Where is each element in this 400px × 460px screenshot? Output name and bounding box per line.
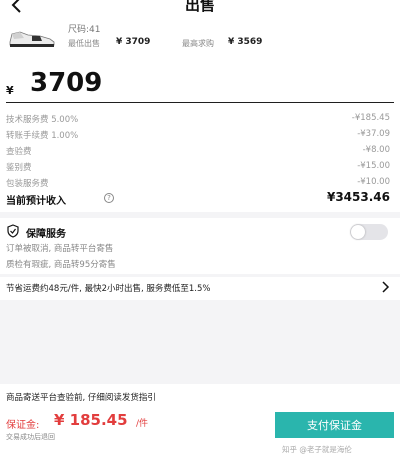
fee-value: -¥185.45	[351, 113, 390, 123]
guide-text: 商品寄送平台查验前, 仔细阅读发货指引	[6, 393, 156, 403]
guarantee-line-1: 订单被取消, 商品转平台寄售	[6, 244, 114, 254]
section-divider	[0, 212, 400, 218]
fee-row-inspection: 查验费 -¥8.00	[6, 142, 396, 158]
sneaker-icon	[9, 31, 55, 47]
fee-value: -¥37.09	[357, 129, 390, 139]
help-icon[interactable]: ?	[104, 193, 114, 203]
page-title: 出售	[184, 0, 215, 14]
section-divider	[0, 300, 400, 384]
highest-bid-label: 最高求购	[182, 39, 214, 48]
fee-row-transfer: 转账手续费 1.00% -¥37.09	[6, 126, 396, 142]
currency-symbol: ¥	[6, 84, 14, 97]
income-label: 当前预计收入	[6, 196, 66, 207]
fee-label: 转账手续费 1.00%	[6, 131, 79, 141]
product-summary: 尺码:41 最低出售 ¥ 3709 最高求购 ¥ 3569	[0, 20, 400, 54]
lowest-sale-label: 最低出售	[68, 39, 100, 48]
consignment-promo[interactable]: 节省运费约48元/件, 最快2小时出售, 服务费低至1.5%	[6, 280, 394, 296]
price-value[interactable]: 3709	[30, 68, 102, 98]
fee-row-authentication: 鉴别费 -¥15.00	[6, 158, 396, 174]
product-size: 尺码:41	[68, 25, 101, 35]
fee-label: 鉴别费	[6, 163, 32, 173]
fee-value: -¥10.00	[357, 177, 390, 187]
guarantee-title: 保障服务	[26, 229, 66, 240]
lowest-sale-value: ¥ 3709	[116, 37, 151, 47]
deposit-value: ¥ 185.45	[54, 411, 128, 429]
promo-text: 节省运费约48元/件, 最快2小时出售, 服务费低至1.5%	[6, 284, 211, 294]
deposit-label: 保证金:	[6, 420, 40, 431]
refund-note: 交易成功后退回	[6, 433, 55, 441]
income-value: ¥3453.46	[326, 190, 390, 204]
guarantee-section: 保障服务 订单被取消, 商品转平台寄售 质检有瑕疵, 商品转95分寄售	[6, 222, 394, 278]
fee-row-tech: 技术服务费 5.00% -¥185.45	[6, 110, 396, 126]
shield-icon	[7, 224, 19, 238]
shipping-guide[interactable]: 商品寄送平台查验前, 仔细阅读发货指引	[6, 390, 394, 404]
guarantee-line-2: 质检有瑕疵, 商品转95分寄售	[6, 260, 116, 270]
price-input[interactable]: ¥ 3709	[6, 68, 394, 104]
watermark: 知乎 @老子就是海伦	[282, 445, 352, 454]
header: 出售	[0, 0, 400, 18]
pay-deposit-button[interactable]: 支付保证金	[275, 412, 394, 438]
price-underline	[6, 102, 394, 103]
fee-label: 查验费	[6, 147, 32, 157]
fee-value: -¥8.00	[362, 145, 390, 155]
expected-income: 当前预计收入 ? ¥3453.46	[6, 190, 396, 207]
fee-label: 技术服务费 5.00%	[6, 115, 79, 125]
toggle-knob	[351, 225, 365, 239]
chevron-right-icon	[382, 281, 390, 293]
highest-bid-value: ¥ 3569	[228, 37, 263, 47]
fee-row-packaging: 包装服务费 -¥10.00	[6, 174, 396, 190]
deposit-unit: /件	[136, 419, 149, 429]
fee-list: 技术服务费 5.00% -¥185.45 转账手续费 1.00% -¥37.09…	[6, 110, 396, 190]
fee-label: 包装服务费	[6, 179, 49, 189]
guarantee-toggle[interactable]	[350, 224, 388, 240]
fee-value: -¥15.00	[357, 161, 390, 171]
section-divider	[0, 274, 400, 277]
bottom-bar: 保证金: ¥ 185.45 /件 交易成功后退回 支付保证金 知乎 @老子就是海…	[0, 408, 400, 460]
